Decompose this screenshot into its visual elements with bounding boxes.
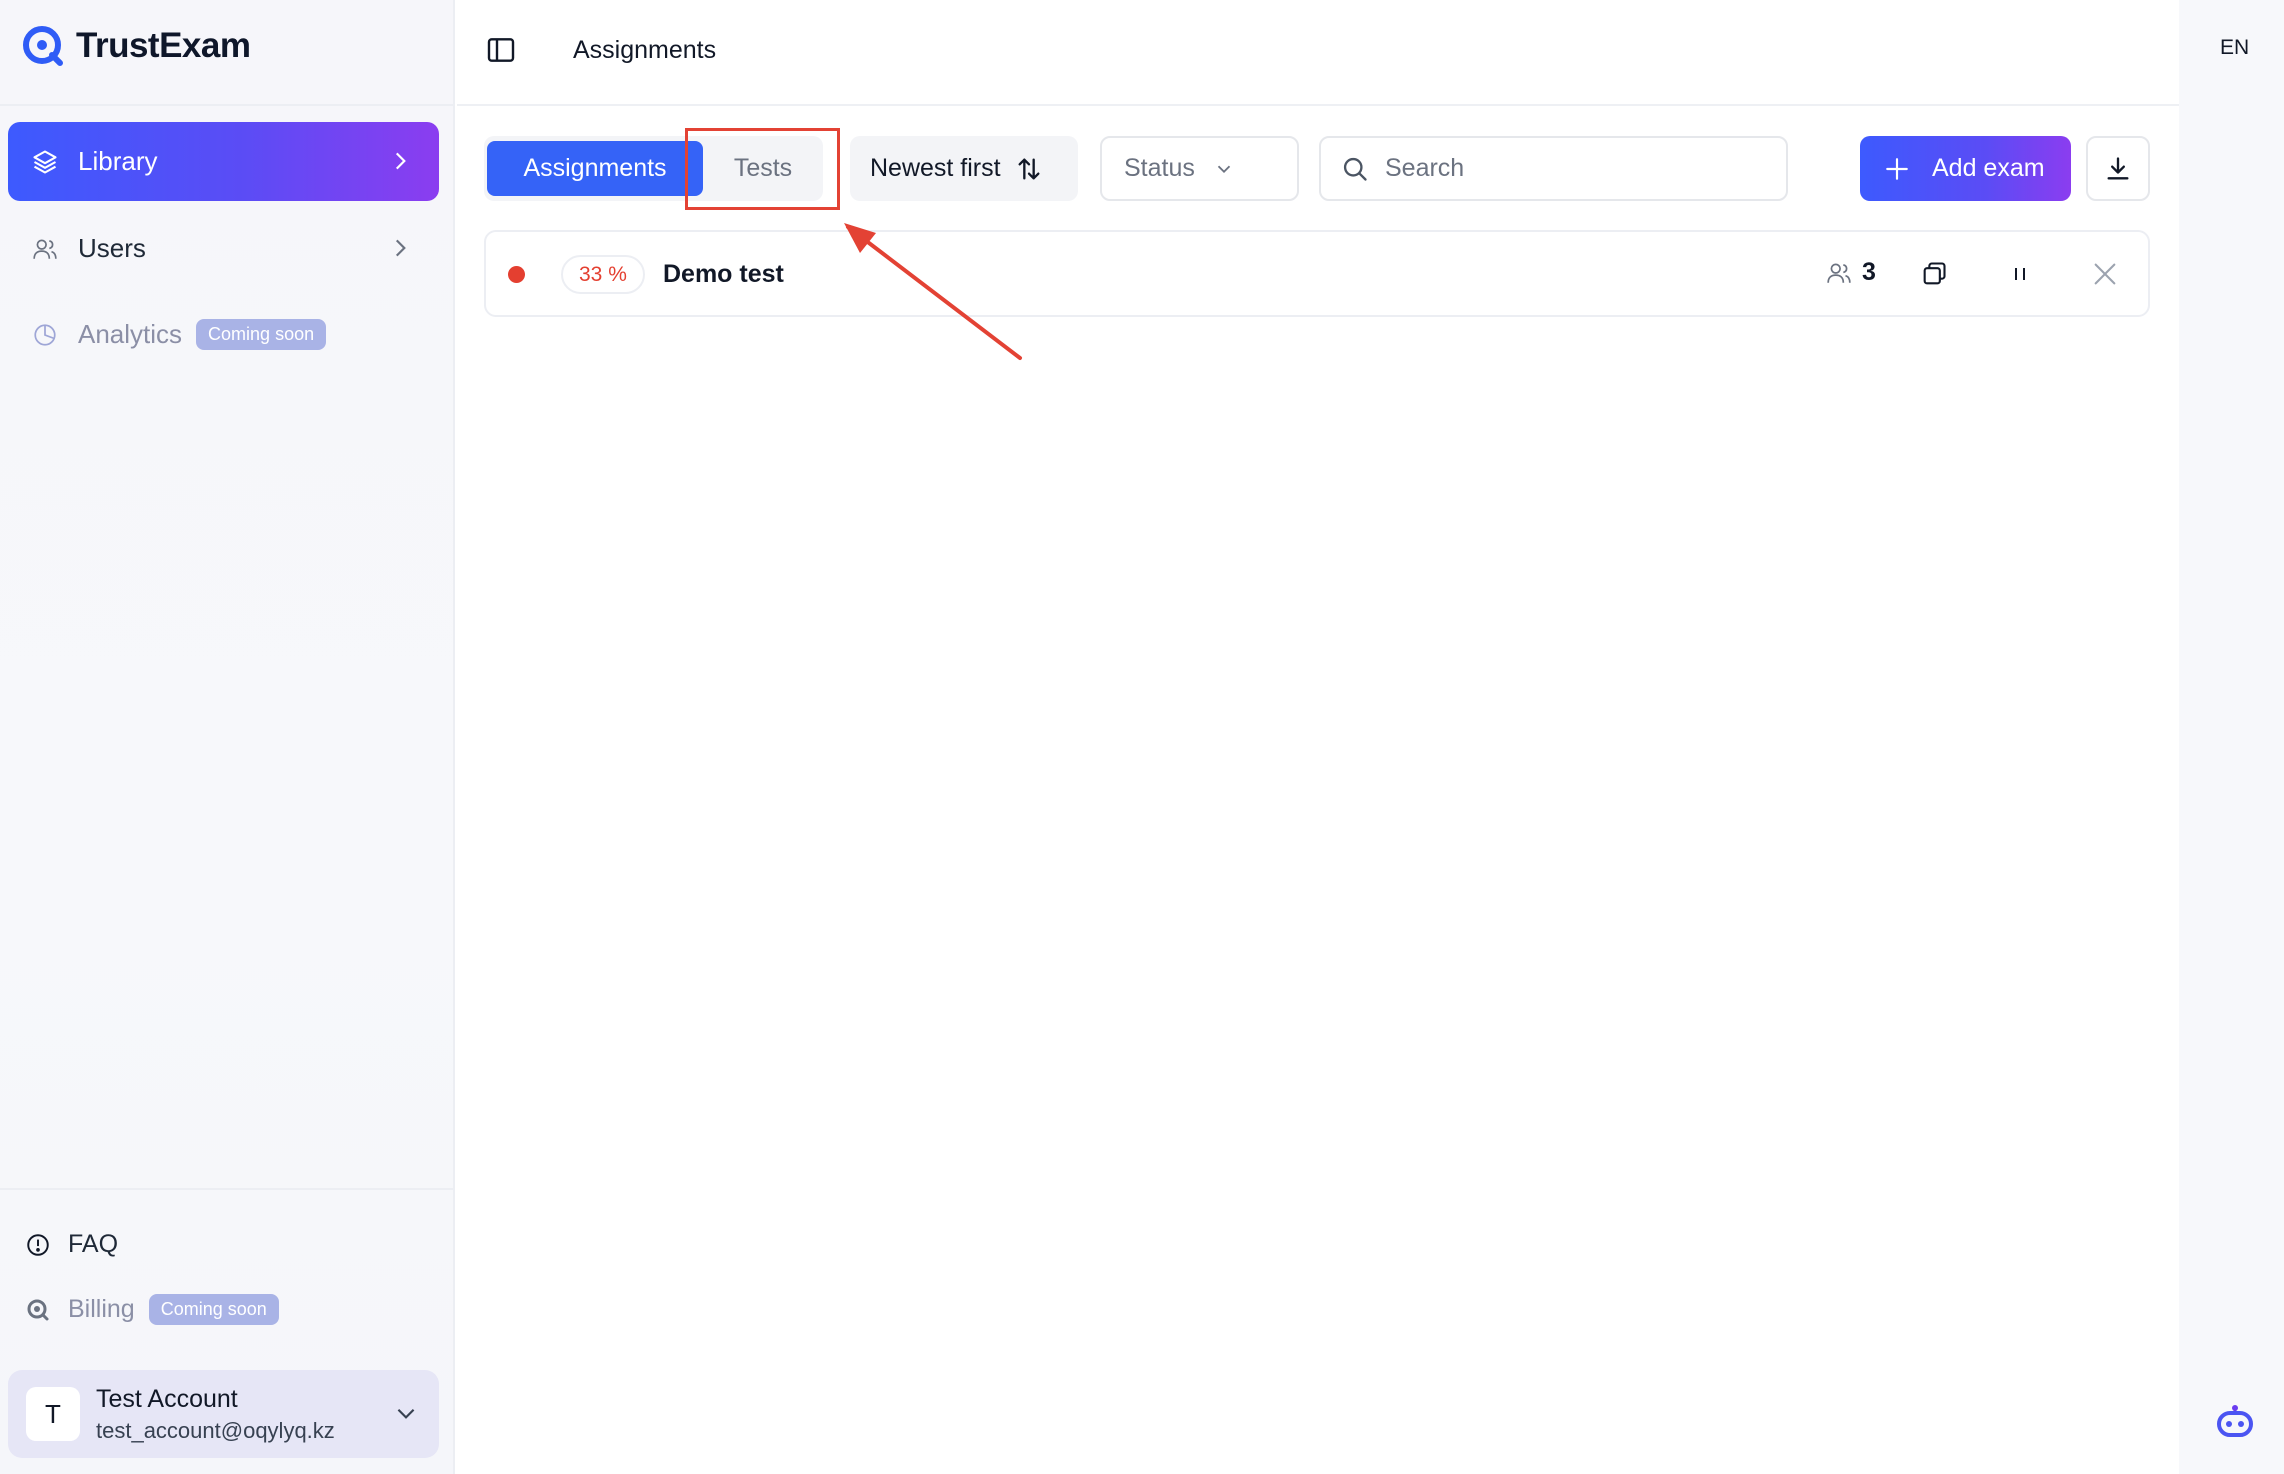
layers-icon bbox=[30, 147, 60, 177]
sidebar-item-users[interactable]: Users bbox=[8, 209, 439, 288]
coming-soon-badge: Coming soon bbox=[148, 1294, 279, 1325]
users-icon bbox=[30, 234, 60, 264]
exam-title[interactable]: Demo test bbox=[663, 260, 784, 289]
users-icon bbox=[1827, 262, 1851, 283]
participants-value: 3 bbox=[1862, 258, 1876, 286]
status-filter-label: Status bbox=[1124, 154, 1195, 182]
page-title: Assignments bbox=[573, 36, 717, 64]
search-input[interactable] bbox=[1385, 154, 1765, 183]
sort-arrows-icon bbox=[1018, 158, 1040, 179]
pause-icon bbox=[2015, 268, 2025, 280]
participants-count[interactable]: 3 bbox=[1826, 258, 1876, 287]
sidebar-toggle-icon[interactable] bbox=[485, 34, 517, 66]
download-icon bbox=[2107, 156, 2129, 179]
sort-button[interactable]: Newest first bbox=[850, 136, 1078, 201]
copy-icon bbox=[1923, 262, 1946, 285]
tab-assignments[interactable]: Assignments bbox=[487, 141, 703, 196]
right-rail bbox=[2179, 0, 2284, 1474]
chevron-right-icon bbox=[395, 152, 406, 170]
sidebar-item-label: Users bbox=[78, 233, 146, 263]
account-email: test_account@oqylyq.kz bbox=[96, 1417, 335, 1443]
coming-soon-badge: Coming soon bbox=[196, 319, 327, 350]
progress-badge: 33 % bbox=[561, 255, 645, 294]
sidebar: TrustExam Library Users Analytics Coming… bbox=[0, 0, 455, 1474]
chevron-right-icon bbox=[395, 239, 406, 257]
duplicate-button[interactable] bbox=[1918, 258, 1950, 290]
info-circle-icon bbox=[24, 1231, 52, 1259]
divider bbox=[0, 104, 455, 106]
download-button[interactable] bbox=[2086, 136, 2150, 201]
status-filter[interactable]: Status bbox=[1100, 136, 1299, 201]
sidebar-item-label: Library bbox=[78, 146, 158, 176]
sidebar-item-analytics: Analytics Coming soon bbox=[8, 295, 439, 374]
chevron-down-icon bbox=[1217, 165, 1231, 173]
sidebar-item-label: FAQ bbox=[68, 1230, 119, 1258]
billing-icon bbox=[24, 1296, 52, 1324]
close-icon bbox=[2094, 263, 2116, 285]
sort-label: Newest first bbox=[870, 154, 1001, 182]
sidebar-item-faq[interactable]: FAQ bbox=[24, 1230, 118, 1259]
logo-icon bbox=[23, 26, 63, 66]
plus-icon bbox=[1886, 157, 1908, 180]
search-icon bbox=[1343, 157, 1367, 181]
account-menu[interactable]: T Test Account test_account@oqylyq.kz bbox=[8, 1370, 439, 1458]
top-bar: Assignments bbox=[457, 0, 2179, 106]
avatar: T bbox=[26, 1387, 80, 1441]
sidebar-item-library[interactable]: Library bbox=[8, 122, 439, 201]
exam-row[interactable]: 33 % Demo test 3 bbox=[484, 230, 2150, 317]
status-dot bbox=[508, 266, 525, 283]
logo[interactable]: TrustExam bbox=[22, 25, 251, 67]
sidebar-item-billing: Billing Coming soon bbox=[24, 1294, 279, 1325]
app-name: TrustExam bbox=[76, 26, 251, 65]
divider bbox=[0, 1188, 455, 1190]
account-name: Test Account bbox=[96, 1384, 238, 1413]
sidebar-item-label: Analytics bbox=[78, 319, 183, 349]
delete-button[interactable] bbox=[2089, 258, 2121, 290]
annotation-highlight-box bbox=[685, 128, 840, 210]
pie-chart-icon bbox=[30, 320, 60, 350]
search-field[interactable] bbox=[1319, 136, 1788, 201]
sidebar-item-label: Billing bbox=[68, 1295, 135, 1323]
assistant-bot-icon[interactable] bbox=[2214, 1400, 2256, 1442]
language-switcher[interactable]: EN bbox=[2220, 36, 2249, 60]
add-exam-label: Add exam bbox=[1932, 154, 2045, 182]
chevron-down-icon bbox=[397, 1408, 415, 1419]
add-exam-button[interactable]: Add exam bbox=[1860, 136, 2071, 201]
pause-button[interactable] bbox=[2004, 258, 2036, 290]
